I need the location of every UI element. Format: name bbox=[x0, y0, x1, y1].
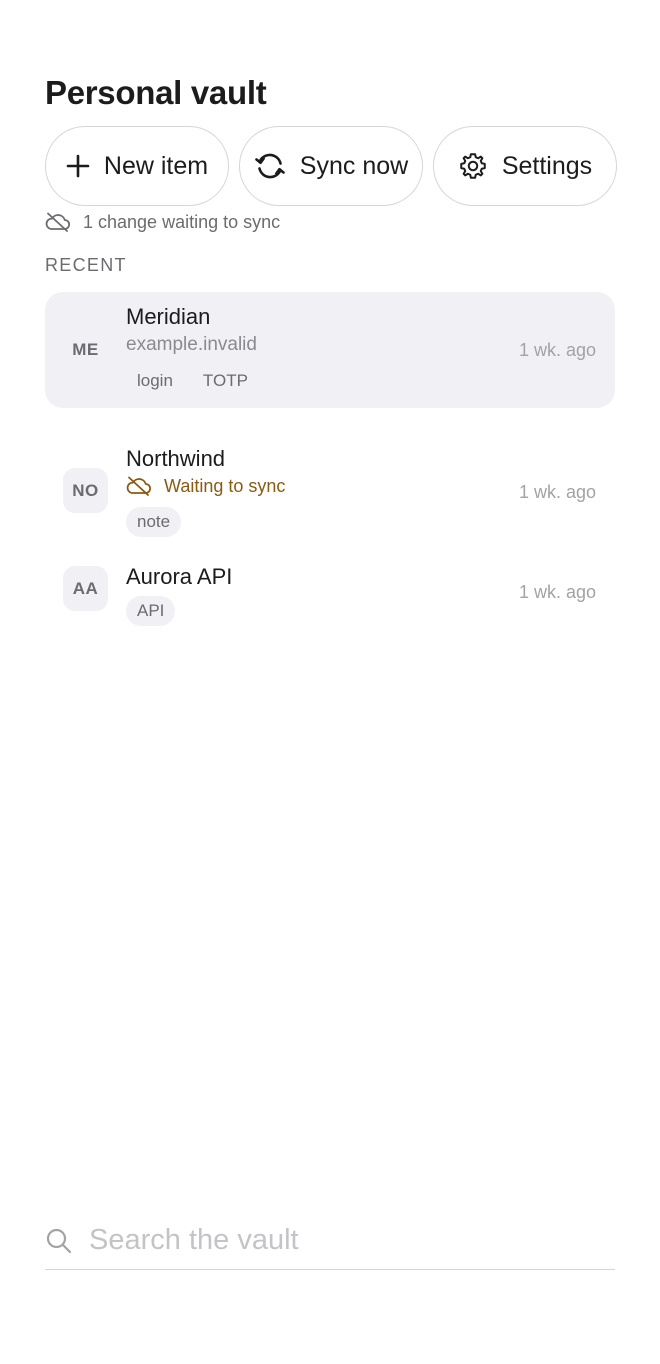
tag-note: note bbox=[126, 507, 182, 537]
action-bar: New item Sync now Settings bbox=[45, 126, 617, 206]
avatar: ME bbox=[72, 339, 99, 359]
list-item-meridian[interactable]: ME Meridian example.invalid login TOTP 1… bbox=[45, 292, 615, 408]
settings-button[interactable]: Settings bbox=[433, 126, 617, 206]
new-item-button[interactable]: New item bbox=[45, 126, 229, 206]
item-url: example.invalid bbox=[126, 334, 257, 355]
gear-icon bbox=[460, 153, 486, 179]
plus-icon bbox=[66, 154, 90, 178]
sync-status: 1 change waiting to sync bbox=[45, 211, 280, 233]
waiting-status: Waiting to sync bbox=[126, 475, 285, 497]
list-item-northwind[interactable]: NO Northwind Waiting to sync note 1 wk. … bbox=[45, 418, 615, 544]
cloud-off-icon bbox=[126, 476, 152, 496]
tag-login: login bbox=[137, 371, 173, 390]
sync-status-text: 1 change waiting to sync bbox=[83, 211, 281, 232]
item-tags: API bbox=[126, 596, 176, 626]
item-name: Meridian bbox=[126, 304, 211, 329]
vault-screen: Personal vault New item Sync now Setting… bbox=[0, 0, 660, 1364]
recent-items-list: ME Meridian example.invalid login TOTP 1… bbox=[45, 292, 615, 644]
sync-now-button[interactable]: Sync now bbox=[239, 126, 423, 206]
page-title: Personal vault bbox=[45, 74, 267, 111]
search-icon bbox=[46, 1228, 72, 1253]
avatar: NO bbox=[63, 468, 108, 513]
cloud-off-icon bbox=[45, 212, 71, 232]
new-item-label: New item bbox=[103, 151, 209, 180]
tag-api: API bbox=[126, 596, 176, 626]
search-input[interactable] bbox=[89, 1224, 589, 1257]
item-time: 1 wk. ago bbox=[518, 482, 596, 502]
search-bar bbox=[45, 1212, 615, 1270]
settings-label: Settings bbox=[501, 151, 593, 180]
item-tags: login TOTP bbox=[126, 366, 259, 396]
avatar: AA bbox=[63, 566, 108, 611]
item-name: Northwind bbox=[126, 446, 226, 471]
item-tags: note bbox=[126, 507, 182, 537]
section-label-recent: RECENT bbox=[45, 255, 127, 275]
waiting-status-text: Waiting to sync bbox=[164, 475, 286, 496]
sync-now-label: Sync now bbox=[299, 151, 409, 180]
list-item-aurora-api[interactable]: AA Aurora API API 1 wk. ago bbox=[45, 544, 615, 644]
item-time: 1 wk. ago bbox=[518, 582, 596, 602]
tag-totp: TOTP bbox=[202, 371, 248, 390]
item-time: 1 wk. ago bbox=[518, 340, 596, 360]
item-name: Aurora API bbox=[126, 564, 233, 589]
sync-icon bbox=[254, 153, 285, 179]
